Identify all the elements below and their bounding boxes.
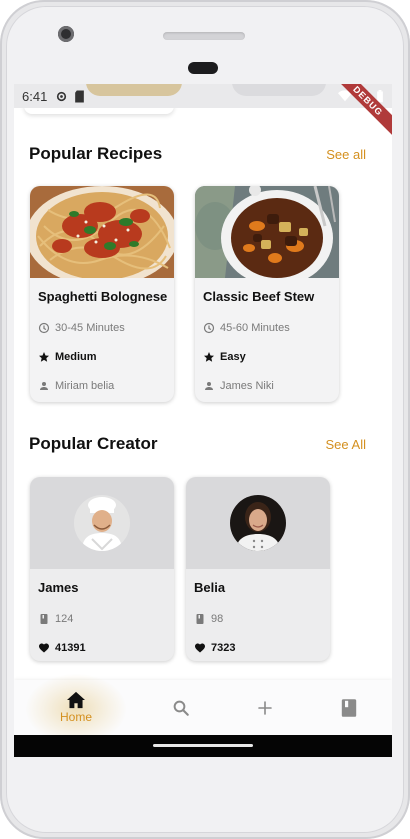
person-icon [40,382,48,390]
recipe-time-text: 30-45 Minutes [55,322,125,334]
home-icon [67,691,85,709]
creator-header [186,477,330,569]
system-navigation-bar [14,735,392,757]
recipe-name: Classic Beef Stew [203,289,315,304]
proximity-sensor [188,62,218,74]
previous-card-edge [24,108,174,114]
popular-creator-header: Popular Creator See All [29,434,366,454]
creator-like-count: 7323 [211,642,236,654]
home-indicator[interactable] [153,744,253,747]
recipe-time-text: 45-60 Minutes [220,322,290,334]
nav-add[interactable] [218,680,312,735]
creator-header [30,477,174,569]
spaghetti-bolognese-photo [30,186,174,278]
overlay-pill [86,84,182,96]
recipe-card[interactable]: Spaghetti Bolognese 30-45 Minutes Medium… [30,186,174,402]
popular-recipes-header: Popular Recipes See all [29,144,366,164]
creator-name: James [38,580,79,595]
settings-icon [57,91,67,101]
see-all-creators-link[interactable]: See All [326,437,366,452]
status-bar: 6:41 [14,84,392,108]
chef-avatar [230,495,286,551]
recipe-difficulty: Easy [203,351,339,363]
chef-avatar [74,495,130,551]
add-icon [258,700,272,715]
book-icon [40,614,48,624]
clock-icon [203,322,215,334]
nav-search[interactable] [134,680,228,735]
search-icon [173,700,189,716]
earpiece-speaker [163,32,245,40]
phone-frame: 6:41 DEBUG Popular Recipes See all Spagh… [0,0,410,839]
bottom-navigation: Home [14,674,392,744]
creator-like-count: 41391 [55,642,86,654]
clock-icon [38,322,50,334]
home-content[interactable]: Popular Recipes See all Spaghetti Bologn… [14,108,392,678]
recipe-time: 30-45 Minutes [38,322,174,334]
star-icon [204,352,214,362]
creator-likes: 41391 [38,642,174,654]
front-camera [58,26,74,42]
recipe-difficulty-text: Medium [55,351,97,363]
recipe-author: Miriam belia [38,380,174,392]
recipe-author: James Niki [203,380,339,392]
creator-name: Belia [194,580,226,595]
nav-home[interactable]: Home [29,680,123,735]
book-icon [341,698,357,717]
beef-stew-photo [195,186,339,278]
overlay-pill [232,84,326,96]
creator-card[interactable]: Belia 98 7323 [186,477,330,661]
recipe-difficulty-text: Easy [220,351,246,363]
section-title: Popular Creator [29,434,158,453]
creator-recipes: 98 [194,613,330,625]
nav-home-label: Home [59,710,92,724]
recipe-author-text: Miriam belia [55,380,115,392]
recipe-card[interactable]: Classic Beef Stew 45-60 Minutes Easy Jam… [195,186,339,402]
creator-recipes: 124 [38,613,174,625]
status-time: 6:41 [22,88,48,104]
section-title: Popular Recipes [29,144,163,163]
recipe-author-text: James Niki [220,380,274,392]
creator-card[interactable]: James 124 41391 [30,477,174,661]
recipe-name: Spaghetti Bolognese [38,289,168,304]
app-screen: 6:41 DEBUG Popular Recipes See all Spagh… [14,84,392,757]
creator-recipe-count: 124 [55,613,74,625]
creator-recipe-count: 98 [211,613,224,625]
nav-saved[interactable] [302,680,392,735]
creator-likes: 7323 [194,642,330,654]
heart-icon [39,643,49,653]
see-all-recipes-link[interactable]: See all [326,147,366,162]
star-icon [39,352,49,362]
recipe-difficulty: Medium [38,351,174,363]
recipe-time: 45-60 Minutes [203,322,339,334]
book-icon [196,614,204,624]
sd-card-icon [75,90,85,102]
heart-icon [195,643,205,653]
person-icon [205,382,213,390]
